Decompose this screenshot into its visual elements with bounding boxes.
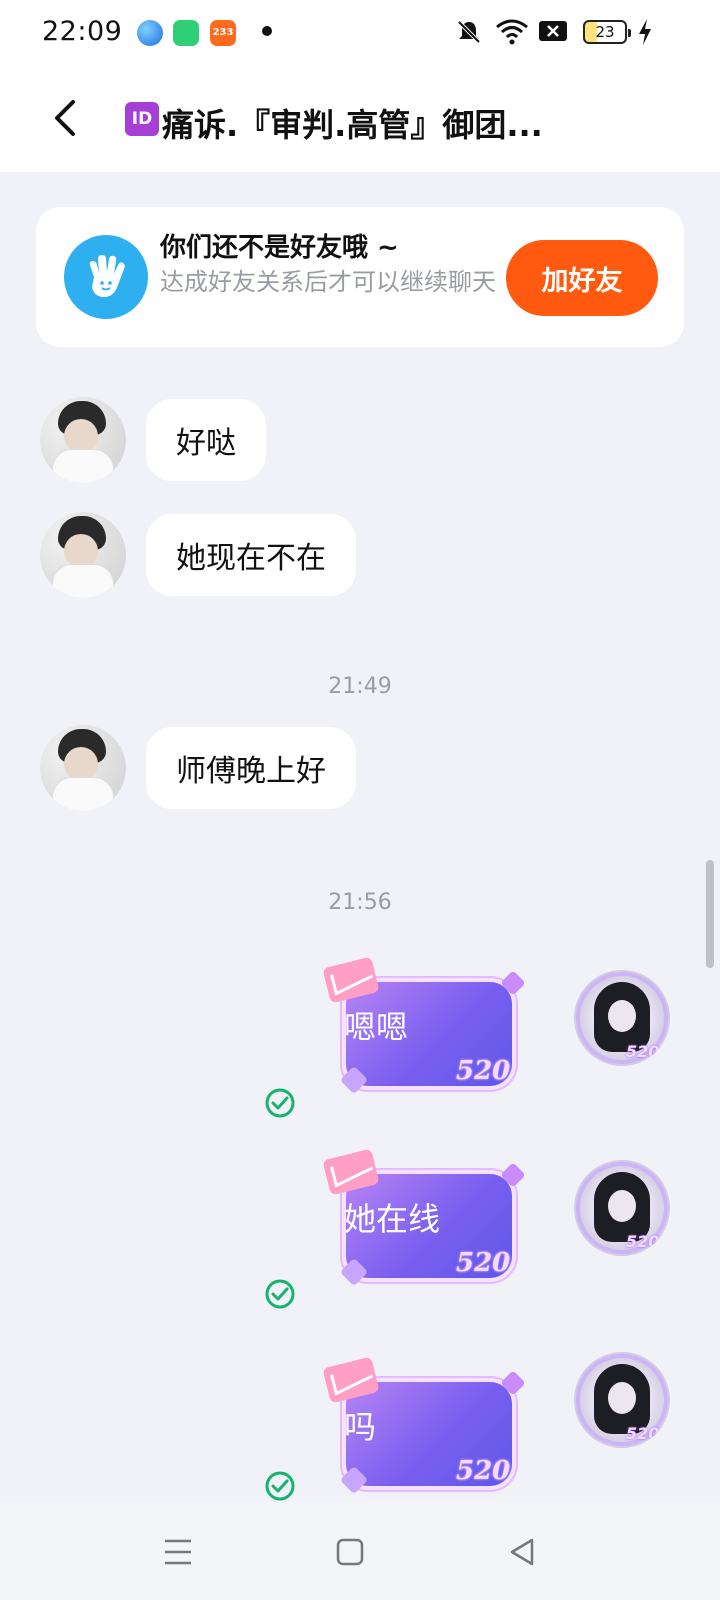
- bubble-520-tag: 520: [456, 1456, 511, 1486]
- hand-wave-icon: [64, 235, 148, 319]
- more-notifications-dot-icon: [262, 26, 272, 36]
- timestamp-divider: 21:49: [328, 674, 392, 699]
- contact-avatar[interactable]: [40, 512, 126, 598]
- home-button[interactable]: [330, 1532, 370, 1572]
- no-sim-icon: [539, 21, 567, 41]
- wifi-icon: [496, 19, 528, 45]
- home-square-icon: [336, 1538, 364, 1566]
- chevron-left-icon: [55, 100, 75, 136]
- message-bubble-outgoing[interactable]: 吗 520: [322, 1356, 526, 1495]
- message-text: 嗯嗯: [344, 1008, 409, 1046]
- wifi-app-notification-icon: [173, 20, 199, 46]
- message-bubble-incoming[interactable]: 师傅晚上好: [146, 727, 356, 809]
- chat-header: ID 痛诉.『审判.高管』御团...: [0, 64, 720, 172]
- my-avatar[interactable]: 520: [574, 1352, 670, 1448]
- app-233-icon: 233: [210, 20, 236, 46]
- back-button[interactable]: [40, 90, 88, 146]
- battery-level: 23: [583, 20, 631, 44]
- message-bubble-incoming[interactable]: 好哒: [146, 399, 266, 481]
- card-subtitle: 达成好友关系后才可以继续聊天: [160, 268, 496, 296]
- not-friends-card: 你们还不是好友哦 ~ 达成好友关系后才可以继续聊天 加好友: [36, 207, 684, 347]
- add-friend-button[interactable]: 加好友: [506, 240, 658, 316]
- read-check-icon: [265, 1279, 295, 1309]
- card-title: 你们还不是好友哦 ~: [160, 233, 399, 263]
- recent-apps-button[interactable]: [158, 1532, 198, 1572]
- bubble-520-tag: 520: [456, 1056, 511, 1086]
- my-avatar[interactable]: 520: [574, 1160, 670, 1256]
- message-bubble-outgoing[interactable]: 嗯嗯 520: [322, 956, 526, 1095]
- scrollbar[interactable]: [706, 860, 714, 968]
- app-notification-icon: [137, 20, 163, 46]
- silent-bell-icon: [457, 20, 481, 44]
- message-text: 吗: [344, 1408, 377, 1446]
- back-triangle-icon: [510, 1538, 534, 1566]
- my-avatar[interactable]: 520: [574, 970, 670, 1066]
- charging-icon: [639, 19, 651, 45]
- message-bubble-incoming[interactable]: 她现在不在: [146, 514, 356, 596]
- read-check-icon: [265, 1088, 295, 1118]
- id-badge-icon: ID: [125, 102, 159, 136]
- system-nav-bar: [0, 1502, 720, 1600]
- back-nav-button[interactable]: [502, 1532, 542, 1572]
- message-text: 她在线: [344, 1200, 441, 1238]
- timestamp-divider: 21:56: [328, 890, 392, 915]
- read-check-icon: [265, 1471, 295, 1501]
- bubble-520-tag: 520: [456, 1248, 511, 1278]
- status-bar: 22:09 233 23: [0, 0, 720, 64]
- contact-avatar[interactable]: [40, 725, 126, 811]
- status-time: 22:09: [42, 16, 123, 47]
- message-bubble-outgoing[interactable]: 她在线 520: [322, 1148, 526, 1287]
- chat-title[interactable]: 痛诉.『审判.高管』御团...: [162, 100, 602, 146]
- contact-avatar[interactable]: [40, 397, 126, 483]
- menu-icon: [165, 1539, 191, 1565]
